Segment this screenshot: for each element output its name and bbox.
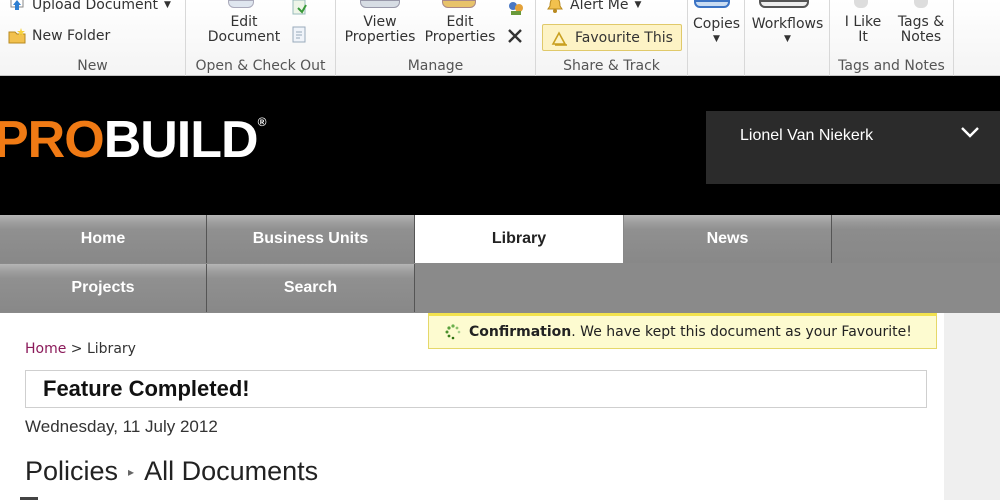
nav-tab-news[interactable]: News bbox=[624, 215, 832, 263]
upload-document-label: Upload Document bbox=[32, 0, 159, 13]
user-menu[interactable]: Lionel Van Niekerk bbox=[706, 111, 1000, 184]
bell-icon bbox=[547, 0, 563, 13]
feature-title-box: Feature Completed! bbox=[25, 370, 927, 408]
caret-down-icon: ▼ bbox=[784, 34, 791, 44]
alert-me-button[interactable]: Alert Me ▼ bbox=[546, 0, 641, 13]
thumbs-up-icon bbox=[854, 0, 868, 8]
tags-notes-label-line2: Notes bbox=[900, 29, 942, 45]
nav-tab-search[interactable]: Search bbox=[207, 264, 415, 312]
caret-down-icon: ▼ bbox=[164, 0, 171, 10]
nav-tab-empty bbox=[832, 215, 1000, 263]
loading-spinner-icon bbox=[445, 324, 461, 340]
feature-title: Feature Completed! bbox=[43, 376, 250, 401]
ribbon-group-open: Edit Document Open & Check Out bbox=[186, 0, 336, 76]
right-gutter bbox=[944, 313, 1000, 500]
i-like-it-label-line2: It bbox=[858, 29, 868, 45]
ribbon-group-label-new: New bbox=[77, 58, 108, 74]
probuild-logo[interactable]: PROBUILD® bbox=[0, 111, 267, 169]
check-out-icon[interactable] bbox=[290, 0, 310, 16]
edit-properties-label-line2: Properties bbox=[424, 29, 496, 45]
confirmation-message: . We have kept this document as your Fav… bbox=[571, 324, 912, 340]
nav-tab-projects[interactable]: Projects bbox=[0, 264, 207, 312]
delete-icon[interactable] bbox=[506, 27, 524, 45]
edit-document-label-line1: Edit bbox=[230, 14, 258, 30]
upload-document-button[interactable]: Upload Document ▼ bbox=[8, 0, 171, 13]
workflows-label: Workflows bbox=[751, 16, 824, 32]
workflows-icon bbox=[759, 0, 809, 8]
top-navigation: Home Business Units Library News Project… bbox=[0, 215, 1000, 313]
chevron-down-icon[interactable] bbox=[959, 123, 981, 141]
star-icon bbox=[551, 30, 567, 46]
tag-icon bbox=[914, 0, 928, 8]
caret-down-icon: ▼ bbox=[713, 34, 720, 44]
breadcrumb-arrow-icon: ▸ bbox=[128, 464, 135, 479]
nav-tab-library[interactable]: Library bbox=[415, 215, 624, 263]
new-folder-button[interactable]: New Folder bbox=[8, 28, 110, 44]
ribbon-group-tags: I Like It Tags & Notes Tags and Notes bbox=[830, 0, 954, 76]
site-banner: PROBUILD® Lionel Van Niekerk bbox=[0, 76, 1000, 215]
copies-icon bbox=[694, 0, 730, 8]
breadcrumb-separator: > bbox=[70, 341, 83, 357]
edit-properties-icon bbox=[442, 0, 476, 8]
i-like-it-button[interactable]: I Like It bbox=[836, 15, 890, 45]
check-in-icon[interactable] bbox=[290, 26, 310, 44]
ribbon-group-copies: Copies ▼ bbox=[688, 0, 745, 76]
confirmation-title: Confirmation bbox=[469, 324, 572, 340]
nav-tab-business-units[interactable]: Business Units bbox=[207, 215, 415, 263]
page-date: Wednesday, 11 July 2012 bbox=[25, 417, 218, 436]
view-properties-icon bbox=[360, 0, 400, 8]
confirmation-banner: Confirmation. We have kept this document… bbox=[428, 313, 937, 349]
edit-document-button[interactable]: Edit Document bbox=[204, 15, 284, 45]
list-title-link[interactable]: Policies bbox=[25, 456, 118, 487]
edit-properties-button[interactable]: Edit Properties bbox=[420, 15, 500, 45]
ribbon-group-workflows: Workflows ▼ bbox=[745, 0, 830, 76]
breadcrumb-current: Library bbox=[86, 341, 136, 357]
manage-permissions-icon[interactable] bbox=[506, 0, 526, 16]
workflows-button[interactable]: Workflows ▼ bbox=[745, 17, 830, 47]
ribbon-group-label-manage: Manage bbox=[407, 58, 464, 74]
edit-properties-label-line1: Edit bbox=[446, 14, 474, 30]
i-like-it-label-line1: I Like bbox=[844, 14, 882, 30]
folder-icon bbox=[8, 28, 26, 44]
favourite-this-label: Favourite This bbox=[575, 29, 673, 46]
registered-mark: ® bbox=[257, 115, 267, 129]
view-properties-button[interactable]: View Properties bbox=[340, 15, 420, 45]
ribbon-group-manage: View Properties Edit Properties Manage bbox=[336, 0, 536, 76]
ribbon-group-new: Upload Document ▼ New Folder New bbox=[0, 0, 186, 76]
breadcrumb-home-link[interactable]: Home bbox=[25, 341, 66, 357]
ribbon-group-label-share: Share & Track bbox=[563, 58, 660, 74]
edit-document-icon bbox=[228, 0, 254, 8]
copies-label: Copies bbox=[692, 16, 741, 32]
ribbon: Upload Document ▼ New Folder New Edit Do… bbox=[0, 0, 1000, 76]
alert-me-label: Alert Me bbox=[570, 0, 629, 13]
logo-pro-text: PRO bbox=[0, 111, 105, 169]
caret-down-icon: ▼ bbox=[634, 0, 642, 10]
nav-tab-home[interactable]: Home bbox=[0, 215, 207, 263]
edit-document-label-line2: Document bbox=[207, 29, 281, 45]
view-title: All Documents bbox=[144, 456, 319, 486]
view-properties-label-line1: View bbox=[363, 14, 397, 30]
favourite-this-button[interactable]: Favourite This bbox=[542, 24, 682, 51]
logo-build-text: BUILD bbox=[103, 111, 259, 169]
ribbon-group-label-tags: Tags and Notes bbox=[838, 58, 945, 74]
upload-document-icon bbox=[10, 0, 24, 10]
tags-notes-label-line1: Tags & bbox=[897, 14, 945, 30]
tags-notes-button[interactable]: Tags & Notes bbox=[892, 15, 950, 45]
copies-button[interactable]: Copies ▼ bbox=[688, 17, 745, 47]
page-title: Policies ▸ All Documents bbox=[25, 456, 318, 487]
breadcrumb: Home > Library bbox=[25, 341, 136, 357]
user-name: Lionel Van Niekerk bbox=[740, 127, 874, 144]
new-folder-label: New Folder bbox=[32, 28, 111, 44]
view-properties-label-line2: Properties bbox=[344, 29, 416, 45]
ribbon-group-label-open: Open & Check Out bbox=[195, 58, 326, 74]
main-content: Confirmation. We have kept this document… bbox=[0, 313, 944, 500]
